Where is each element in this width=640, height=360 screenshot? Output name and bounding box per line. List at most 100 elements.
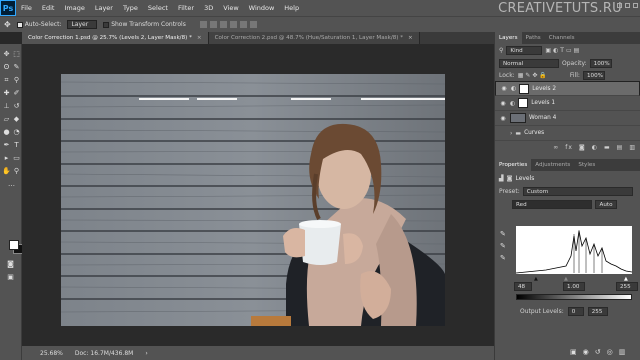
tab-properties[interactable]: Properties xyxy=(495,159,532,171)
align-top-icon[interactable] xyxy=(199,21,207,28)
menu-image[interactable]: Image xyxy=(59,4,89,12)
menu-view[interactable]: View xyxy=(218,4,243,12)
foreground-color-swatch[interactable] xyxy=(9,240,19,250)
hand-tool-icon[interactable]: ✋ xyxy=(2,167,11,176)
canvas-area[interactable] xyxy=(22,44,494,346)
menu-edit[interactable]: Edit xyxy=(37,4,60,12)
fill-field[interactable]: 100% xyxy=(582,70,605,80)
eraser-tool-icon[interactable]: ▱ xyxy=(2,115,11,124)
transform-option[interactable]: Show Transform Controls xyxy=(103,21,186,28)
output-white-field[interactable]: 255 xyxy=(587,307,608,316)
input-gamma-field[interactable]: 1.00 xyxy=(563,282,585,291)
menu-filter[interactable]: Filter xyxy=(173,4,199,12)
adjustment-layer-icon[interactable]: ◐ xyxy=(592,144,598,151)
tab-adjustments[interactable]: Adjustments xyxy=(531,159,574,171)
visibility-eye-icon[interactable]: ◉ xyxy=(500,85,508,93)
close-icon[interactable] xyxy=(633,3,638,8)
quick-select-tool-icon[interactable]: ✎ xyxy=(12,63,21,72)
status-arrow-icon[interactable]: › xyxy=(145,350,147,357)
group-icon[interactable]: ▬ xyxy=(604,144,611,151)
zoom-tool-icon[interactable]: ⚲ xyxy=(12,167,21,176)
layer-mask-thumbnail[interactable] xyxy=(519,83,530,94)
marquee-tool-icon[interactable]: ⬚ xyxy=(12,50,21,59)
tab-layers[interactable]: Layers xyxy=(495,32,522,44)
reset-icon[interactable]: ↺ xyxy=(595,348,601,356)
transform-checkbox[interactable] xyxy=(103,21,110,28)
align-bottom-icon[interactable] xyxy=(219,21,227,28)
expand-arrow-icon[interactable]: › xyxy=(510,130,512,137)
black-point-eyedropper-icon[interactable]: ✎ xyxy=(500,228,506,240)
menu-help[interactable]: Help xyxy=(279,4,304,12)
close-icon[interactable]: × xyxy=(408,35,413,41)
type-tool-icon[interactable]: T xyxy=(12,141,21,150)
pen-tool-icon[interactable]: ✒ xyxy=(2,141,11,150)
maximize-icon[interactable] xyxy=(625,3,630,8)
layer-row-woman-4[interactable]: ◉ Woman 4 xyxy=(495,111,640,126)
eyedropper-tool-icon[interactable]: ⚲ xyxy=(12,76,21,85)
path-select-tool-icon[interactable]: ▸ xyxy=(2,154,11,163)
tab-styles[interactable]: Styles xyxy=(574,159,599,171)
quick-mask-icon[interactable]: ◙ xyxy=(6,260,15,269)
align-right-icon[interactable] xyxy=(249,21,257,28)
opacity-field[interactable]: 100% xyxy=(589,58,612,68)
levels-histogram[interactable] xyxy=(515,226,633,274)
paint-bucket-tool-icon[interactable]: ◆ xyxy=(12,115,21,124)
tab-color-correction-1[interactable]: Color Correction 1.psd @ 25.7% (Levels 2… xyxy=(22,32,209,44)
fx-icon[interactable]: fx xyxy=(565,144,573,151)
output-black-field[interactable]: 0 xyxy=(567,307,584,316)
lock-icons[interactable]: ▦✎✥🔒 xyxy=(518,72,549,79)
zoom-level[interactable]: 25.68% xyxy=(40,350,63,357)
healing-tool-icon[interactable]: ✚ xyxy=(2,89,11,98)
gray-point-eyedropper-icon[interactable]: ✎ xyxy=(500,240,506,252)
layer-row-levels-2[interactable]: ◉ ◐ Levels 2 xyxy=(495,81,640,96)
align-middle-icon[interactable] xyxy=(209,21,217,28)
more-tools-icon[interactable]: … xyxy=(7,180,16,189)
document-image[interactable] xyxy=(61,74,445,326)
input-white-field[interactable]: 255 xyxy=(616,282,638,291)
lasso-tool-icon[interactable]: ʘ xyxy=(2,63,11,72)
visibility-eye-icon[interactable]: ◉ xyxy=(499,100,507,107)
trash-icon[interactable]: ▥ xyxy=(629,144,636,151)
tab-paths[interactable]: Paths xyxy=(522,32,545,44)
menu-type[interactable]: Type xyxy=(118,4,143,12)
brush-tool-icon[interactable]: ✐ xyxy=(12,89,21,98)
layer-row-curves[interactable]: › ▬ Curves xyxy=(495,126,640,141)
view-previous-icon[interactable]: ◉ xyxy=(583,348,589,356)
move-tool-icon[interactable]: ✥ xyxy=(4,20,11,29)
crop-tool-icon[interactable]: ⌗ xyxy=(2,76,11,85)
align-left-icon[interactable] xyxy=(229,21,237,28)
channel-dropdown[interactable]: Red xyxy=(512,199,592,209)
menu-layer[interactable]: Layer xyxy=(90,4,118,12)
history-brush-tool-icon[interactable]: ↺ xyxy=(12,102,21,111)
layer-row-levels-1[interactable]: ◉ ◐ Levels 1 xyxy=(495,96,640,111)
dodge-tool-icon[interactable]: ◔ xyxy=(12,128,21,137)
tab-channels[interactable]: Channels xyxy=(545,32,579,44)
visibility-eye-icon[interactable]: ◎ xyxy=(607,348,613,356)
preset-dropdown[interactable]: Custom xyxy=(522,186,633,196)
close-icon[interactable]: × xyxy=(197,35,202,41)
auto-button[interactable]: Auto xyxy=(595,199,617,209)
mask-icon[interactable]: ◙ xyxy=(507,175,513,182)
blend-mode-dropdown[interactable]: Normal xyxy=(499,58,559,68)
minimize-icon[interactable] xyxy=(617,3,622,8)
output-gradient[interactable] xyxy=(516,294,632,300)
menu-window[interactable]: Window xyxy=(244,4,280,12)
align-center-icon[interactable] xyxy=(239,21,247,28)
auto-select-option[interactable]: Auto-Select: xyxy=(16,21,61,28)
mask-icon[interactable]: ◙ xyxy=(579,144,586,151)
link-icon[interactable]: ∞ xyxy=(553,144,559,151)
menu-3d[interactable]: 3D xyxy=(199,4,218,12)
new-layer-icon[interactable]: ▤ xyxy=(617,144,624,151)
tab-color-correction-2[interactable]: Color Correction 2.psd @ 48.7% (Hue/Satu… xyxy=(208,32,420,44)
visibility-eye-icon[interactable]: ◉ xyxy=(499,115,507,122)
screen-mode-icon[interactable]: ▣ xyxy=(6,273,15,282)
trash-icon[interactable]: ▥ xyxy=(619,348,626,356)
shape-tool-icon[interactable]: ▭ xyxy=(12,154,21,163)
menu-select[interactable]: Select xyxy=(143,4,173,12)
layer-mask-thumbnail[interactable] xyxy=(518,98,529,108)
auto-select-dropdown[interactable]: Layer xyxy=(67,20,98,29)
input-black-field[interactable]: 48 xyxy=(514,282,532,291)
layer-filter-kind[interactable]: Kind xyxy=(506,46,543,55)
input-slider[interactable]: ▲ ▲ ▲ xyxy=(516,276,632,282)
layer-thumbnail[interactable] xyxy=(510,113,526,123)
